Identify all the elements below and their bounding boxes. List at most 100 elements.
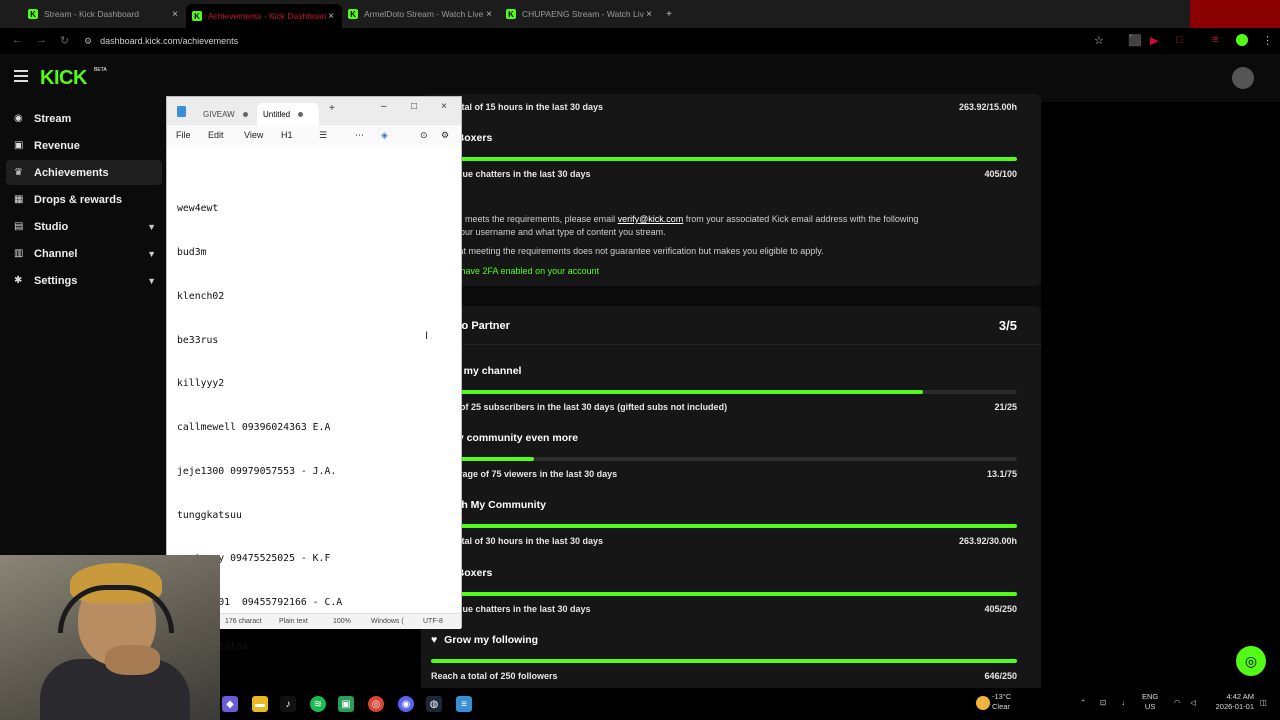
zoom-level[interactable]: 100% — [333, 618, 351, 625]
grow-following-title: Grow my following — [444, 634, 539, 646]
sidebar-item-stream[interactable]: ◉ Stream — [6, 106, 162, 131]
kick-favicon-icon: K — [192, 11, 202, 21]
menu-edit[interactable]: Edit — [208, 130, 224, 140]
maximize-icon[interactable]: □ — [411, 101, 417, 112]
sidebar-item-achievements[interactable]: ♛ Achievements — [6, 160, 162, 185]
kick-logo[interactable]: KICK — [40, 67, 87, 90]
discord-icon[interactable]: ◉ — [398, 696, 414, 712]
weather-desc: Clear — [992, 702, 1010, 711]
subscribers-desc: a total of 25 subscribers in the last 30… — [431, 402, 728, 412]
close-icon[interactable]: × — [441, 101, 447, 112]
profile-avatar-icon[interactable] — [1236, 34, 1248, 46]
user-avatar[interactable] — [1232, 67, 1254, 89]
subscribers-value: 21/25 — [994, 402, 1017, 412]
browser-tabstrip: K Stream - Kick Dashboard × K Achievemen… — [0, 0, 1280, 28]
extension-icon[interactable]: ▶ — [1150, 34, 1158, 47]
weather-temp: -13°C — [992, 692, 1012, 701]
sidebar-item-label: Stream — [34, 112, 72, 125]
file-explorer-icon[interactable]: ▬ — [252, 696, 268, 712]
more-icon[interactable]: ⋯ — [355, 130, 364, 141]
extension-icon[interactable]: □ — [1176, 34, 1183, 46]
sidebar-item-studio[interactable]: ▤ Studio ▼ — [6, 214, 162, 239]
new-tab-plus-icon[interactable]: + — [329, 103, 335, 114]
sidebar-item-channel[interactable]: ▥ Channel ▼ — [6, 241, 162, 266]
progress-bar — [431, 524, 1017, 528]
line-ending[interactable]: Windows ( — [371, 618, 404, 625]
microphone-icon[interactable]: ♩ — [1122, 698, 1130, 708]
heading-dropdown[interactable]: H1 — [281, 130, 293, 140]
sidebar-item-revenue[interactable]: ▣ Revenue — [6, 133, 162, 158]
volume-icon[interactable]: ◁ — [1190, 698, 1196, 708]
close-tab-icon[interactable]: × — [326, 11, 336, 22]
url-field[interactable]: ⚙ dashboard.kick.com/achievements — [84, 32, 1114, 50]
plus-icon: + — [666, 8, 672, 20]
text-line: wew4ewt — [177, 203, 219, 215]
steam-icon[interactable]: ◍ — [426, 696, 442, 712]
notepad-tab-untitled[interactable]: Untitled — [257, 103, 319, 125]
clock[interactable]: 4:42 AM 2026-01-01 — [1210, 692, 1254, 712]
menu-icon[interactable] — [14, 70, 28, 85]
chevron-down-icon: ▼ — [147, 248, 156, 259]
verify-email-link[interactable]: verify@kick.com — [618, 214, 684, 224]
close-tab-icon[interactable]: × — [644, 9, 654, 20]
chrome-icon[interactable]: ◎ — [368, 696, 384, 712]
extensions-menu-icon[interactable]: ≡ — [1212, 34, 1218, 46]
followers-desc: Reach a total of 250 followers — [431, 671, 558, 681]
settings-gear-icon[interactable]: ⚙ — [441, 130, 449, 141]
weather-widget[interactable]: -13°C Clear — [992, 692, 1011, 712]
tray-chevron-icon[interactable]: ⌃ — [1080, 698, 1086, 708]
tab-label: CHUPAENG Stream - Watch Live — [522, 9, 644, 19]
tab-label: Stream - Kick Dashboard — [44, 9, 139, 19]
users-icon: ▥ — [14, 248, 24, 259]
tab-chupaeng[interactable]: K CHUPAENG Stream - Watch Live × — [506, 4, 654, 24]
lang-code: ENG — [1142, 692, 1159, 701]
weather-moon-icon[interactable] — [976, 696, 990, 710]
language-indicator[interactable]: ENG US — [1142, 692, 1158, 712]
address-bar: ← → ↻ ⚙ dashboard.kick.com/achievements … — [0, 28, 1280, 54]
notepad-taskbar-icon[interactable]: ≡ — [456, 696, 472, 712]
achievements-content: for a total of 15 hours in the last 30 d… — [421, 94, 1041, 720]
chatters-progress-bar — [431, 157, 1017, 161]
list-icon[interactable]: ☰ — [319, 130, 327, 141]
tab-stream-dashboard[interactable]: K Stream - Kick Dashboard × — [28, 4, 180, 24]
copilot-icon[interactable]: ◈ — [381, 130, 388, 141]
char-count: 176 charact — [225, 618, 262, 625]
window-controls — [1190, 0, 1280, 28]
close-tab-icon[interactable]: × — [484, 9, 494, 20]
kick-favicon-icon: K — [506, 9, 516, 19]
notifications-icon[interactable]: ◫ — [1260, 698, 1267, 708]
copilot-taskbar-icon[interactable]: ◆ — [222, 696, 238, 712]
close-tab-icon[interactable]: × — [170, 9, 180, 20]
app-icon[interactable]: ▣ — [338, 696, 354, 712]
menu-file[interactable]: File — [176, 130, 191, 140]
minimize-icon[interactable]: – — [381, 101, 387, 112]
tray-network-icon[interactable]: ⊡ — [1100, 698, 1106, 708]
tab-label: GIVEAW — [203, 109, 235, 119]
tab-armeldoto[interactable]: K ArmelDoto Stream - Watch Live × — [348, 4, 494, 24]
tiktok-icon[interactable]: ♪ — [280, 696, 296, 712]
format-label: Plain text — [279, 618, 308, 625]
support-chat-button[interactable]: ◎ — [1236, 646, 1266, 676]
unsaved-dot-icon — [242, 111, 248, 117]
sidebar-item-settings[interactable]: ✱ Settings ▼ — [6, 268, 162, 293]
menu-view[interactable]: View — [244, 130, 263, 140]
spotify-icon[interactable]: ≋ — [310, 696, 326, 712]
new-tab-button[interactable]: + — [664, 4, 680, 24]
wifi-icon[interactable]: ◠ — [1174, 698, 1181, 708]
bookmark-star-icon[interactable]: ☆ — [1094, 34, 1104, 47]
notepad-tab-giveaway[interactable]: GIVEAW — [197, 103, 254, 125]
account-icon[interactable]: ⊙ — [420, 130, 428, 141]
note-text: from your associated Kick email address … — [683, 214, 919, 224]
progress-fill — [431, 592, 1017, 596]
reload-icon[interactable]: ↻ — [60, 34, 69, 47]
site-info-icon[interactable]: ⚙ — [84, 36, 92, 47]
browser-menu-icon[interactable]: ⋮ — [1262, 34, 1273, 47]
forward-icon[interactable]: → — [36, 34, 47, 46]
sidebar-item-drops[interactable]: ▦ Drops & rewards — [6, 187, 162, 212]
back-icon[interactable]: ← — [12, 34, 23, 46]
extension-icon[interactable]: ⬛ — [1128, 34, 1142, 47]
partner-panel: Path to Partner 3/5 netize my channel a … — [421, 306, 1041, 720]
tab-achievements[interactable]: K Achievements - Kick Dashboard × — [186, 4, 342, 28]
divider — [421, 344, 1041, 345]
encoding[interactable]: UTF-8 — [423, 618, 443, 625]
